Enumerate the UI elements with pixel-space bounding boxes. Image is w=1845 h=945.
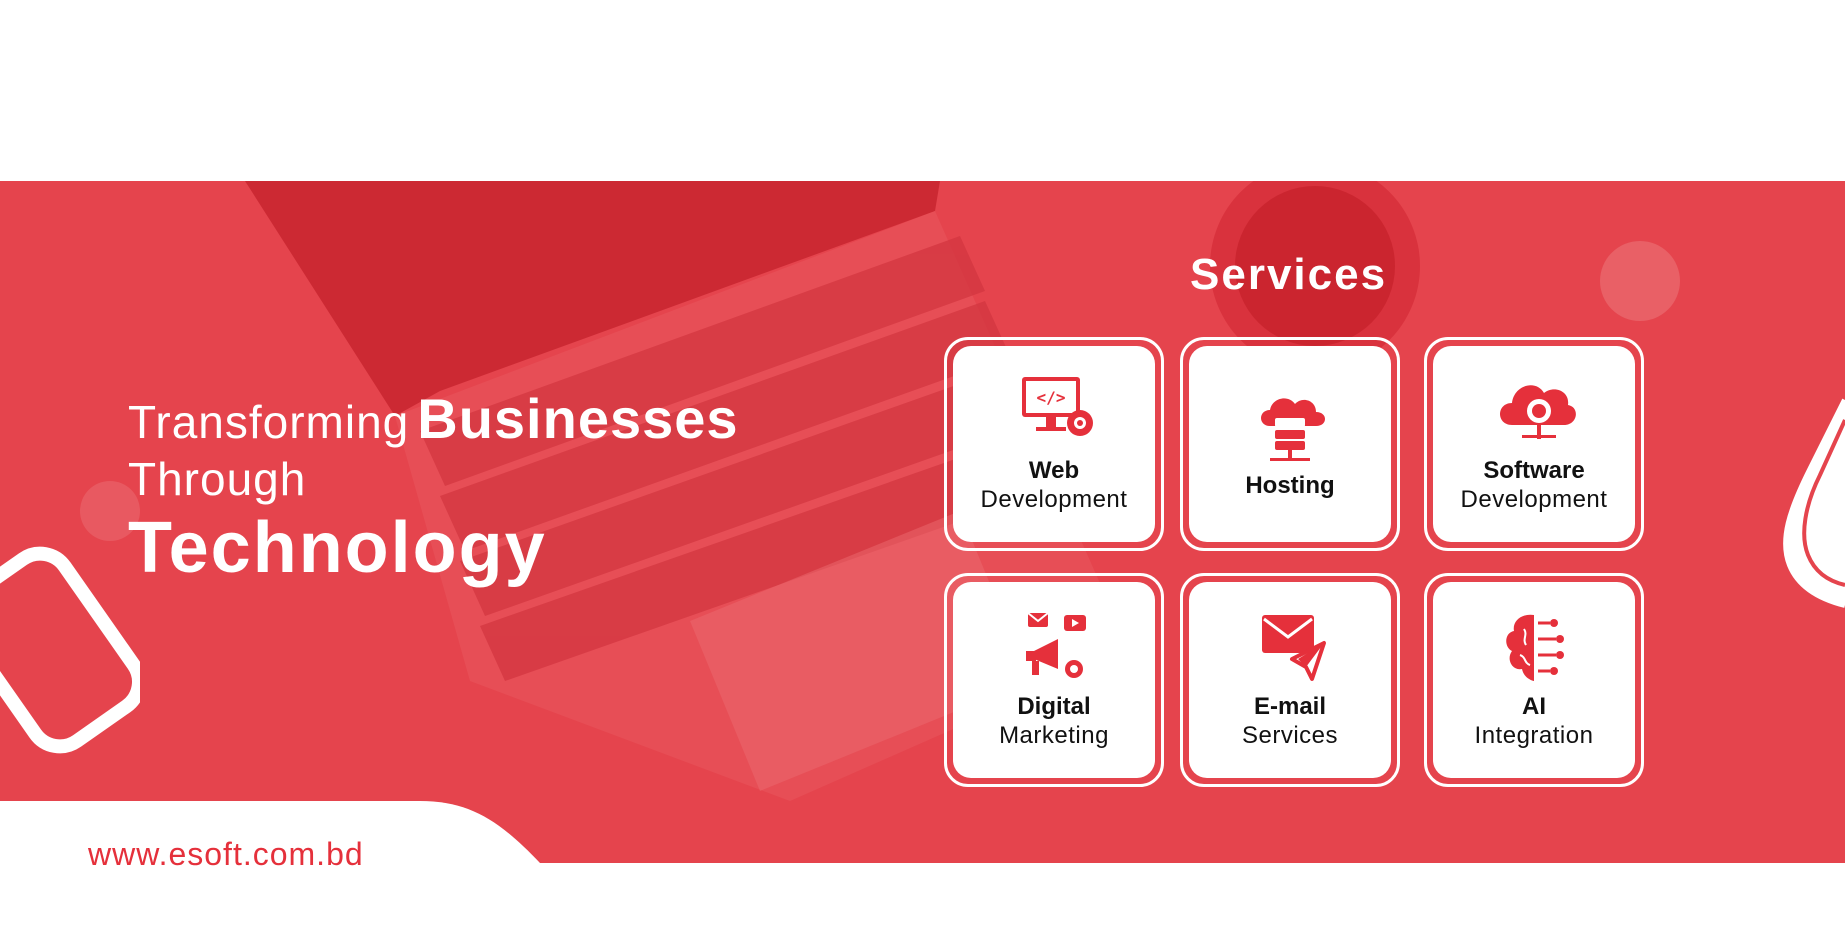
service-title: Software xyxy=(1483,457,1585,484)
software-cloud-gear-icon xyxy=(1500,385,1576,439)
service-card-email-services[interactable]: E-mail Services xyxy=(1180,573,1400,787)
service-subtitle: Services xyxy=(1241,722,1339,749)
cloud-hosting-icon xyxy=(1261,398,1325,461)
headline-line-1: Transforming Businesses xyxy=(128,390,739,451)
service-card-digital-marketing[interactable]: Digital Marketing xyxy=(944,573,1164,787)
service-card-hosting[interactable]: Hosting xyxy=(1180,337,1400,551)
service-title: AI xyxy=(1522,693,1546,720)
svg-text:</>: </> xyxy=(1037,388,1066,407)
megaphone-marketing-icon xyxy=(1026,612,1086,678)
service-card-ai-integration[interactable]: AI Integration xyxy=(1424,573,1644,787)
left-decorative-shape xyxy=(0,546,140,754)
headline-line-2: Through xyxy=(128,453,307,505)
email-send-icon xyxy=(1262,615,1326,681)
service-subtitle: Development xyxy=(1460,486,1608,513)
service-subtitle: Development xyxy=(980,486,1128,513)
service-subtitle: Integration xyxy=(1474,722,1594,749)
web-development-icon: </> xyxy=(1022,377,1093,436)
service-title: Digital xyxy=(1017,693,1091,720)
headline-line-3: Technology xyxy=(128,508,547,588)
service-card-web-development[interactable]: </> Web Development xyxy=(944,337,1164,551)
service-subtitle: Marketing xyxy=(999,722,1109,749)
website-url[interactable]: www.esoft.com.bd xyxy=(88,836,364,873)
service-title: Web xyxy=(1028,457,1080,484)
right-decorative-shape xyxy=(1783,398,1845,608)
service-title: Hosting xyxy=(1245,472,1335,499)
ai-brain-icon xyxy=(1506,614,1564,681)
headline-regular-word: Transforming xyxy=(128,396,410,448)
services-title: Services xyxy=(1190,250,1388,299)
service-title: E-mail xyxy=(1253,693,1327,720)
service-card-software-development[interactable]: Software Development xyxy=(1424,337,1644,551)
hero-headline: Transforming Businesses Through Technolog… xyxy=(128,390,739,589)
headline-bold-word: Businesses xyxy=(417,387,739,450)
